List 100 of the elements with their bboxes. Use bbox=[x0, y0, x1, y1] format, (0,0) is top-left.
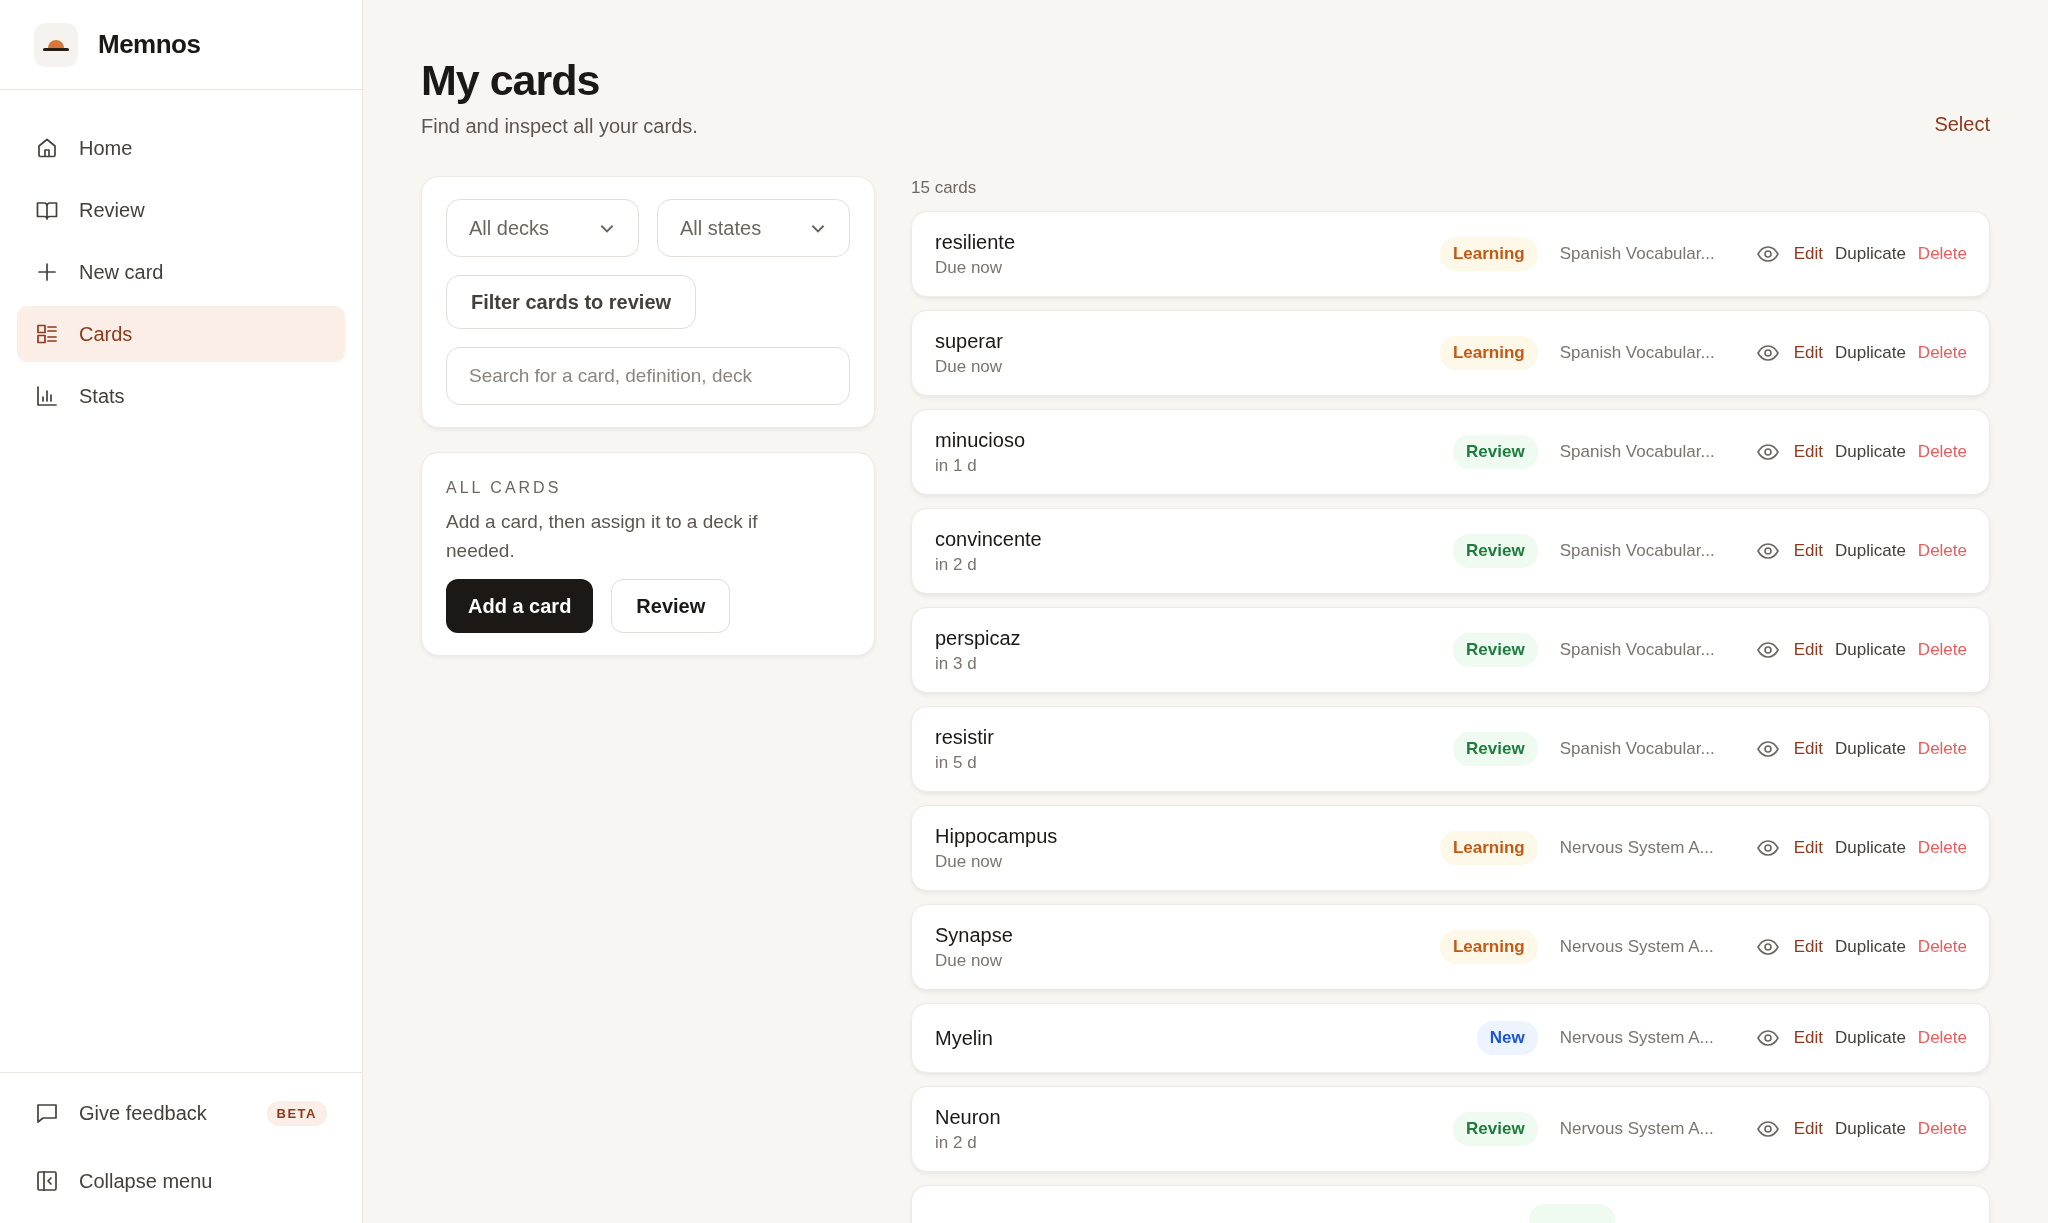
card-name: superar bbox=[935, 329, 1004, 353]
edit-link[interactable]: Edit bbox=[1793, 1119, 1823, 1139]
nav-item[interactable]: Home bbox=[17, 120, 345, 176]
edit-link[interactable]: Edit bbox=[1793, 1028, 1823, 1048]
select-link[interactable]: Select bbox=[1934, 113, 1990, 138]
deck-name: Spanish Vocabular... bbox=[1559, 442, 1716, 462]
delete-link[interactable]: Delete bbox=[1917, 442, 1967, 462]
edit-link[interactable]: Edit bbox=[1793, 541, 1823, 561]
state-label: Learning bbox=[1439, 336, 1538, 370]
due-label: Due now bbox=[935, 257, 1004, 278]
review-button[interactable]: Review bbox=[611, 579, 731, 633]
card-row[interactable]: Neuron in 2 d Review Nervous System A... Edit Duplicate Delete bbox=[911, 1086, 1990, 1172]
card-row[interactable]: convincente in 2 d Review Spanish Vocabular... Edit Duplicate Delete bbox=[911, 508, 1990, 594]
nav-item[interactable]: Stats bbox=[17, 368, 345, 424]
state-dropdown[interactable]: All states bbox=[657, 199, 850, 257]
card-row[interactable]: Hippocampus Due now Learning Nervous System A... Edit Duplicate Delete bbox=[911, 805, 1990, 891]
card-name: resistir bbox=[935, 725, 995, 749]
list-icon bbox=[35, 322, 59, 346]
due-label: in 1 d bbox=[935, 455, 978, 476]
edit-link[interactable]: Edit bbox=[1793, 343, 1823, 363]
duplicate-link[interactable]: Duplicate bbox=[1835, 343, 1906, 363]
card-count: 15 cards bbox=[911, 178, 978, 198]
nav-item[interactable]: Collapse menu bbox=[17, 1153, 345, 1209]
beta-badge: BETA bbox=[266, 1100, 327, 1126]
duplicate-link[interactable]: Duplicate bbox=[1835, 541, 1906, 561]
card-row[interactable]: resiliente Due now Learning Spanish Vocabular... Edit Duplicate Delete bbox=[911, 211, 1990, 297]
page-subtitle: Find and inspect all your cards. bbox=[421, 115, 698, 138]
card-name: Synapse bbox=[935, 923, 1014, 947]
deck-name: Nervous System A... bbox=[1559, 937, 1715, 957]
edit-link[interactable]: Edit bbox=[1793, 739, 1823, 759]
deck-name: Nervous System A... bbox=[1559, 1028, 1715, 1048]
deck-name: Nervous System A... bbox=[1559, 838, 1715, 858]
state-label: Review bbox=[1453, 732, 1538, 766]
state-label: Review bbox=[1453, 633, 1538, 667]
delete-link[interactable]: Delete bbox=[1917, 838, 1967, 858]
card-row[interactable]: Myelin New Nervous System A... Edit Duplicate Delete bbox=[911, 1003, 1990, 1073]
edit-link[interactable]: Edit bbox=[1793, 244, 1823, 264]
section-description: Add a card, then assign it to a deck if needed. bbox=[446, 510, 759, 563]
deck-name: Spanish Vocabular... bbox=[1559, 640, 1716, 660]
card-name: perspicaz bbox=[935, 626, 1022, 650]
speech-bubble-icon bbox=[35, 1101, 59, 1125]
add-card-button[interactable]: Add a card bbox=[446, 579, 594, 633]
edit-link[interactable]: Edit bbox=[1793, 640, 1823, 660]
due-label: in 2 d bbox=[935, 1132, 978, 1153]
delete-link[interactable]: Delete bbox=[1917, 1119, 1967, 1139]
deck-dropdown[interactable]: All decks bbox=[446, 199, 639, 257]
nav-item[interactable]: Cards bbox=[17, 306, 345, 362]
deck-name: Nervous System A... bbox=[1559, 1119, 1715, 1139]
delete-link[interactable]: Delete bbox=[1917, 244, 1967, 264]
due-label: Due now bbox=[935, 950, 1004, 971]
card-row[interactable]: perspicaz in 3 d Review Spanish Vocabular... Edit Duplicate Delete bbox=[911, 607, 1990, 693]
nav-item[interactable]: New card bbox=[17, 244, 345, 300]
duplicate-link[interactable]: Duplicate bbox=[1835, 1119, 1906, 1139]
delete-link[interactable]: Delete bbox=[1917, 739, 1967, 759]
duplicate-link[interactable]: Duplicate bbox=[1835, 640, 1906, 660]
duplicate-link[interactable]: Duplicate bbox=[1835, 244, 1906, 264]
due-label: in 2 d bbox=[935, 554, 978, 575]
state-label: Review bbox=[1453, 1112, 1538, 1146]
deck-name: Spanish Vocabular... bbox=[1559, 739, 1716, 759]
page-title: My cards bbox=[421, 56, 601, 105]
duplicate-link[interactable]: Duplicate bbox=[1835, 838, 1906, 858]
due-label: in 3 d bbox=[935, 653, 978, 674]
due-label: Due now bbox=[935, 356, 1004, 377]
due-label: in 5 d bbox=[935, 752, 978, 773]
plus-icon bbox=[35, 260, 59, 284]
state-label: New bbox=[1476, 1021, 1538, 1055]
deck-name: Spanish Vocabular... bbox=[1559, 541, 1716, 561]
nav-item[interactable]: Give feedback BETA bbox=[17, 1085, 345, 1141]
edit-link[interactable]: Edit bbox=[1793, 937, 1823, 957]
edit-link[interactable]: Edit bbox=[1793, 838, 1823, 858]
card-name: convincente bbox=[935, 527, 1043, 551]
nav-item[interactable]: Review bbox=[17, 182, 345, 238]
delete-link[interactable]: Delete bbox=[1917, 640, 1967, 660]
delete-link[interactable]: Delete bbox=[1917, 937, 1967, 957]
filter-review-button[interactable]: Filter cards to review bbox=[446, 275, 697, 329]
card-name: Myelin bbox=[935, 1026, 994, 1050]
section-heading: ALL CARDS bbox=[446, 479, 562, 497]
search-field[interactable]: Search for a card, definition, deck bbox=[446, 347, 850, 405]
duplicate-link[interactable]: Duplicate bbox=[1835, 442, 1906, 462]
card-name: Hippocampus bbox=[935, 824, 1059, 848]
state-label: Learning bbox=[1439, 237, 1538, 271]
edit-link[interactable]: Edit bbox=[1793, 442, 1823, 462]
state-label: Learning bbox=[1439, 930, 1538, 964]
card-name: resiliente bbox=[935, 230, 1017, 254]
due-label: Due now bbox=[935, 851, 1004, 872]
delete-link[interactable]: Delete bbox=[1917, 343, 1967, 363]
delete-link[interactable]: Delete bbox=[1917, 1028, 1967, 1048]
duplicate-link[interactable]: Duplicate bbox=[1835, 739, 1906, 759]
state-label: Review bbox=[1453, 534, 1538, 568]
card-row[interactable]: minucioso in 1 d Review Spanish Vocabular... Edit Duplicate Delete bbox=[911, 409, 1990, 495]
deck-name: Spanish Vocabular... bbox=[1559, 244, 1716, 264]
logo-icon bbox=[34, 22, 78, 67]
card-row[interactable]: resistir in 5 d Review Spanish Vocabular... Edit Duplicate Delete bbox=[911, 706, 1990, 792]
duplicate-link[interactable]: Duplicate bbox=[1835, 1028, 1906, 1048]
deck-name: Spanish Vocabular... bbox=[1559, 343, 1716, 363]
card-row[interactable]: superar Due now Learning Spanish Vocabular... Edit Duplicate Delete bbox=[911, 310, 1990, 396]
bar-chart-icon bbox=[35, 384, 59, 408]
duplicate-link[interactable]: Duplicate bbox=[1835, 937, 1906, 957]
card-row[interactable]: Synapse Due now Learning Nervous System A... Edit Duplicate Delete bbox=[911, 904, 1990, 990]
delete-link[interactable]: Delete bbox=[1917, 541, 1967, 561]
